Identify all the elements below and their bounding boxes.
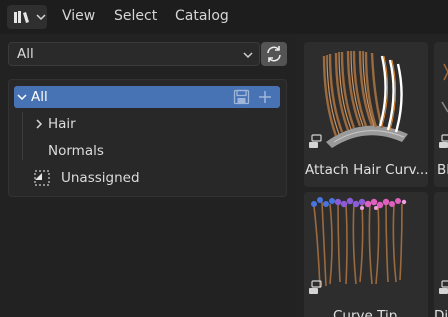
node-group-icon: [308, 134, 324, 150]
save-catalog-icon[interactable]: [233, 89, 250, 109]
node-group-icon: [438, 280, 448, 296]
catalog-tree-item-normals[interactable]: Normals: [48, 140, 104, 162]
catalog-tree-item-all[interactable]: All: [14, 86, 280, 108]
chevron-right-icon[interactable]: [34, 119, 44, 129]
menu-select[interactable]: Select: [114, 8, 157, 24]
chevron-down-icon: [36, 13, 46, 21]
asset-browser-header: View Select Catalog: [0, 0, 448, 34]
hair-strands-curve-tip-thumbnail: [311, 197, 407, 289]
menu-catalog[interactable]: Catalog: [175, 8, 229, 24]
tree-guide-line: [22, 112, 23, 160]
catalog-tree-label: Hair: [48, 116, 76, 132]
asset-tile-curve-tip[interactable]: [304, 192, 428, 317]
catalog-tree-label: Unassigned: [61, 170, 140, 186]
catalog-tree-item-hair[interactable]: Hair: [34, 113, 76, 135]
catalog-library-dropdown[interactable]: All: [8, 42, 260, 66]
unassigned-icon: [33, 169, 51, 187]
asset-label: Curve Tip: [333, 308, 398, 317]
chevron-down-icon: [243, 48, 253, 64]
chevron-down-icon[interactable]: [17, 92, 27, 102]
asset-label: Bl: [437, 162, 448, 178]
menu-view[interactable]: View: [62, 8, 95, 24]
editor-type-selector[interactable]: [7, 5, 47, 29]
catalog-library-value: All: [17, 46, 34, 62]
node-group-icon: [308, 280, 324, 296]
catalog-tree-label: All: [31, 89, 48, 105]
asset-tile-partial-2[interactable]: [434, 192, 448, 317]
add-catalog-icon[interactable]: [258, 89, 272, 109]
catalog-tree-item-unassigned[interactable]: Unassigned: [33, 167, 140, 189]
node-group-icon: [438, 134, 448, 150]
asset-browser-icon: [13, 9, 33, 25]
catalog-tree-label: Normals: [48, 143, 104, 159]
asset-label: Attach Hair Curv...: [305, 162, 429, 178]
asset-label: Di: [434, 308, 448, 317]
refresh-icon: [265, 45, 283, 63]
refresh-button[interactable]: [261, 42, 287, 66]
